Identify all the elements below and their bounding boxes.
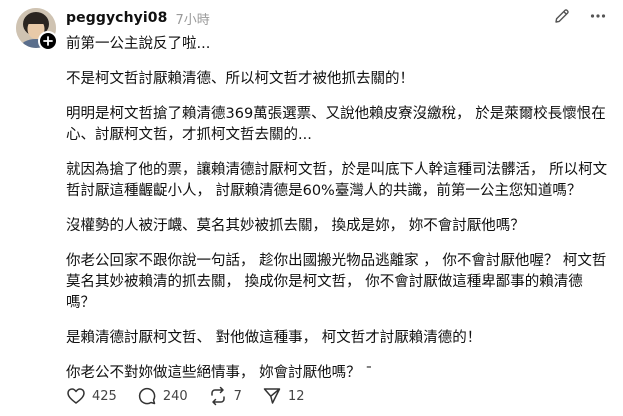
post-paragraph: 你老公不對妳做這些絕情事， 妳會討厭他嗎？ ˉ bbox=[66, 365, 373, 381]
comment-count: 240 bbox=[162, 388, 188, 404]
pencil-icon bbox=[555, 9, 569, 23]
post-card: peggychyi08 7小時 前第一公主說反了啦... 不是柯文哲討厭賴清德、… bbox=[0, 0, 623, 416]
post-paragraph: 沒權勢的人被汙衊、莫名其妙被抓去關， 換成是妳， 妳不會討厭他嗎？ bbox=[66, 218, 525, 234]
plus-icon bbox=[43, 36, 53, 46]
more-icon bbox=[590, 14, 606, 18]
post-header: peggychyi08 7小時 bbox=[66, 8, 607, 28]
post-paragraph: 就因為搶了他的票，讓賴清德討厭柯文哲，於是叫底下人幹這種司法髒活， 所以柯文哲討… bbox=[66, 162, 608, 199]
username-link[interactable]: peggychyi08 bbox=[66, 10, 167, 26]
header-actions bbox=[553, 7, 607, 29]
engagement-bar: 425 240 7 12 bbox=[66, 386, 304, 406]
like-button[interactable]: 425 bbox=[66, 386, 117, 406]
post-paragraph: 你老公回家不跟你說一句話， 趁你出國搬光物品逃離家 ， 你不會討厭他喔？ 柯文哲… bbox=[66, 253, 607, 311]
repost-button[interactable]: 7 bbox=[208, 386, 242, 406]
edit-button[interactable] bbox=[553, 7, 571, 29]
comment-button[interactable]: 240 bbox=[137, 386, 188, 406]
more-options-button[interactable] bbox=[589, 7, 607, 29]
post-timestamp[interactable]: 7小時 bbox=[175, 9, 209, 28]
repost-count: 7 bbox=[233, 388, 242, 404]
heart-icon bbox=[67, 388, 85, 404]
post-body: 前第一公主說反了啦... 不是柯文哲討厭賴清德、所以柯文哲才被他抓去關的！ 明明… bbox=[66, 34, 611, 398]
share-button[interactable]: 12 bbox=[262, 386, 305, 406]
post-paragraph: 前第一公主說反了啦... bbox=[66, 36, 211, 52]
follow-button[interactable] bbox=[38, 31, 58, 51]
post-paragraph: 明明是柯文哲搶了賴清德369萬張選票、又說他賴皮寮沒繳稅， 於是萊爾校長懷恨在心… bbox=[66, 106, 606, 143]
share-count: 12 bbox=[287, 388, 305, 404]
like-count: 425 bbox=[92, 388, 117, 404]
post-paragraph: 不是柯文哲討厭賴清德、所以柯文哲才被他抓去關的！ bbox=[66, 71, 414, 87]
comment-icon bbox=[138, 387, 156, 405]
share-icon bbox=[263, 388, 281, 404]
repost-icon bbox=[210, 386, 225, 406]
post-paragraph: 是賴清德討厭柯文哲、 對他做這種事， 柯文哲才討厭賴清德的！ bbox=[66, 330, 482, 346]
